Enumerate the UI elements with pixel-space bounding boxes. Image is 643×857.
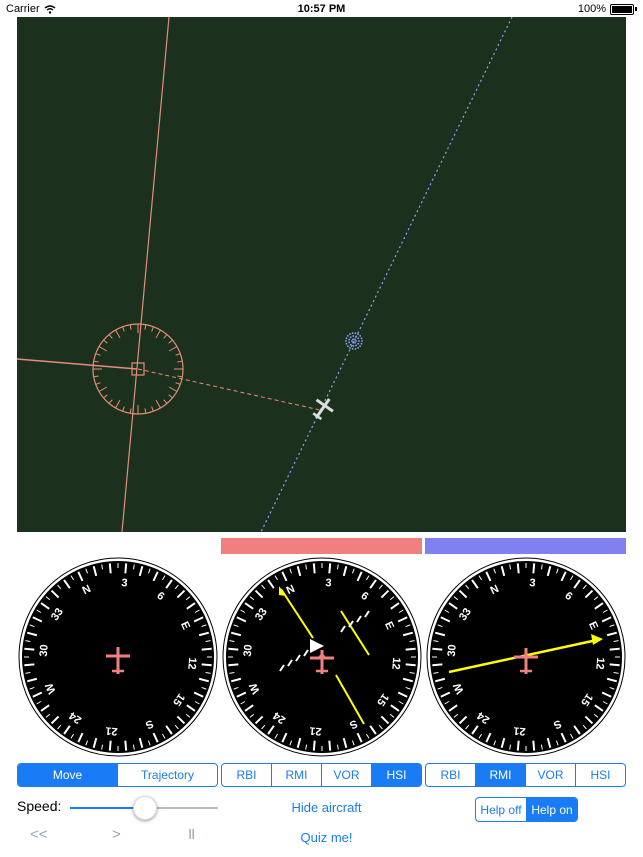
heading-indicator: N 36E1215S2124W3033 bbox=[18, 557, 218, 757]
compass-label: 3 bbox=[121, 577, 128, 589]
quiz-button[interactable]: Quiz me! bbox=[270, 830, 383, 845]
blue-segment-rbi[interactable]: RBI bbox=[426, 764, 475, 786]
compass-label: 3 bbox=[529, 577, 536, 589]
blue-instrument-selector: RBI RMI VOR HSI bbox=[425, 763, 626, 787]
segment-help-on[interactable]: Help on bbox=[526, 798, 577, 821]
speed-label: Speed: bbox=[17, 798, 62, 814]
mode-segmented-control: Move Trajectory bbox=[17, 763, 218, 787]
battery-percent: 100% bbox=[577, 3, 606, 15]
play-button[interactable]: > bbox=[112, 826, 121, 843]
battery-icon bbox=[610, 3, 634, 15]
help-segmented-control: Help off Help on bbox=[475, 797, 578, 822]
red-segment-rmi[interactable]: RMI bbox=[271, 764, 321, 786]
compass-label: 30 bbox=[242, 644, 255, 657]
hsi-instrument: N 36E1215S2124W3033 bbox=[222, 557, 422, 757]
compass-label: 12 bbox=[389, 657, 402, 670]
rewind-button[interactable]: << bbox=[30, 826, 48, 843]
blue-segment-hsi[interactable]: HSI bbox=[575, 764, 625, 786]
blue-station-bar bbox=[425, 538, 626, 554]
compass-label: 12 bbox=[593, 657, 606, 670]
navigation-map[interactable] bbox=[17, 17, 626, 532]
clock: 10:57 PM bbox=[297, 3, 346, 15]
red-segment-rbi[interactable]: RBI bbox=[222, 764, 271, 786]
hide-aircraft-button[interactable]: Hide aircraft bbox=[270, 800, 383, 815]
compass-label: 3 bbox=[325, 577, 332, 589]
compass-label: 30 bbox=[38, 644, 51, 657]
compass-label: 12 bbox=[185, 657, 198, 670]
battery-indicator: 100% bbox=[578, 3, 637, 15]
slider-thumb[interactable] bbox=[133, 796, 158, 820]
segment-trajectory[interactable]: Trajectory bbox=[117, 764, 217, 786]
speed-slider[interactable] bbox=[70, 796, 218, 820]
blue-segment-vor[interactable]: VOR bbox=[525, 764, 575, 786]
rmi-instrument: N 36E1215S2124W3033 bbox=[426, 557, 626, 757]
blue-station-radial bbox=[260, 17, 513, 532]
red-station-bearing-line bbox=[17, 358, 138, 370]
compass-label: 21 bbox=[309, 724, 322, 737]
red-station-bar bbox=[221, 538, 422, 554]
red-segment-vor[interactable]: VOR bbox=[321, 764, 371, 786]
compass-label: 30 bbox=[446, 644, 459, 657]
blue-segment-rmi[interactable]: RMI bbox=[475, 764, 525, 786]
pause-button[interactable]: II bbox=[188, 826, 195, 843]
compass-label: 21 bbox=[513, 724, 526, 737]
red-segment-hsi[interactable]: HSI bbox=[371, 764, 421, 786]
status-bar: Carrier 10:57 PM 100% bbox=[0, 0, 643, 18]
red-instrument-selector: RBI RMI VOR HSI bbox=[221, 763, 422, 787]
red-to-aircraft-dashed bbox=[137, 368, 321, 411]
segment-help-off[interactable]: Help off bbox=[476, 798, 526, 821]
map-canvas bbox=[17, 17, 513, 532]
compass-label: 21 bbox=[105, 724, 118, 737]
segment-move[interactable]: Move bbox=[18, 764, 117, 786]
red-station-radial bbox=[121, 17, 170, 532]
